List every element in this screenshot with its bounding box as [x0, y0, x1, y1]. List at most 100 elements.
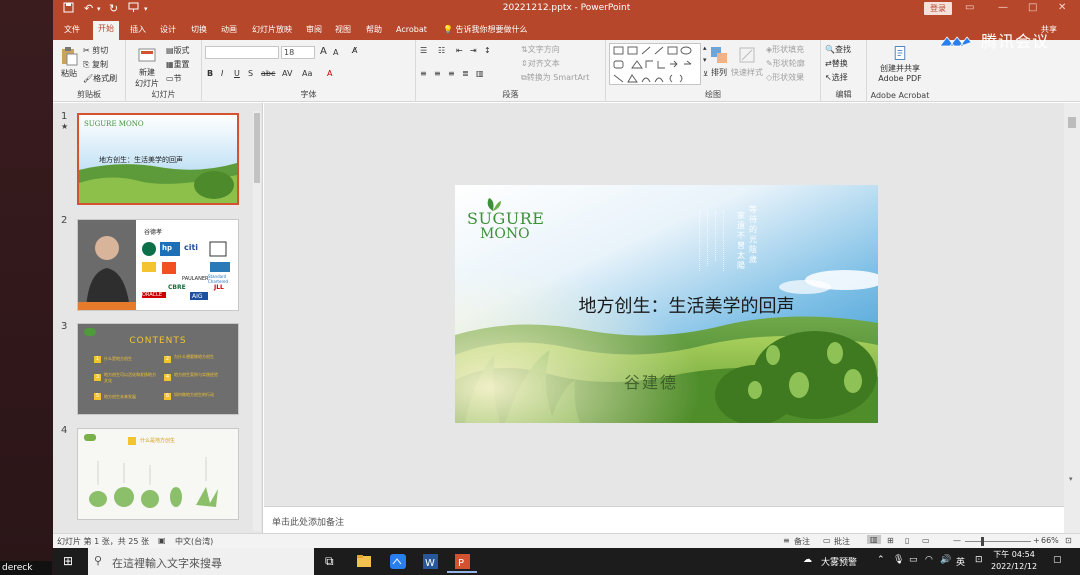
minimize-icon[interactable]: —: [998, 2, 1008, 13]
login-button[interactable]: 登录: [924, 2, 952, 15]
word-button[interactable]: W: [415, 550, 445, 573]
increase-font-icon[interactable]: A: [320, 46, 327, 57]
quick-styles-button[interactable]: 快速样式: [730, 45, 764, 78]
decrease-font-icon[interactable]: A: [333, 48, 338, 57]
char-spacing-icon[interactable]: AV: [282, 69, 292, 78]
underline-button[interactable]: U: [234, 69, 240, 78]
new-slide-button[interactable]: 新建 幻灯片: [130, 45, 164, 89]
tab-slideshow[interactable]: 幻灯片放映: [247, 22, 297, 40]
maximize-icon[interactable]: □: [1028, 2, 1037, 13]
canvas-vertical-scrollbar[interactable]: ▾: [1064, 103, 1080, 533]
wifi-icon[interactable]: ◠: [925, 555, 933, 565]
weather-alert[interactable]: 大雾预警: [821, 555, 857, 568]
tray-expand-icon[interactable]: ⌃: [877, 555, 885, 565]
language-indicator[interactable]: 中文(台湾): [175, 536, 213, 547]
strikethrough-button[interactable]: abc: [261, 69, 275, 78]
slide-thumbnail-3[interactable]: CONTENTS 1 什么是地方创生 2 为什么想要做地方创生 3 地方创生可以…: [77, 323, 239, 415]
slide-sorter-icon[interactable]: ⊞: [887, 536, 894, 545]
taskbar-clock[interactable]: 下午 04:54 2022/12/12: [991, 549, 1037, 573]
ime-indicator[interactable]: 英: [956, 555, 965, 568]
reading-view-icon[interactable]: ▯: [905, 536, 909, 545]
create-share-pdf-button[interactable]: 创建并共享 Adobe PDF: [869, 45, 931, 83]
find-button[interactable]: 🔍查找: [825, 44, 851, 55]
numbering-icon[interactable]: ☷: [438, 46, 445, 55]
notes-pane[interactable]: 单击此处添加备注: [264, 506, 1064, 533]
paste-button[interactable]: 粘贴: [56, 46, 82, 79]
justify-icon[interactable]: ≣: [462, 69, 469, 78]
current-slide[interactable]: SUGURE MONO 家 遠 不 曾 太 陽 等 待 的 光 陰 歲 地方创生…: [455, 185, 878, 423]
arrange-button[interactable]: 排列: [706, 45, 732, 78]
tab-review[interactable]: 审阅: [301, 22, 327, 40]
replace-button[interactable]: ⇄替换: [825, 58, 848, 69]
ime-mode-icon[interactable]: ⊡: [975, 555, 983, 565]
comments-icon[interactable]: ▭: [823, 536, 831, 545]
tell-me-search[interactable]: 💡 告诉我你想要做什么: [443, 24, 528, 35]
font-color-icon[interactable]: A: [327, 69, 332, 78]
line-spacing-icon[interactable]: ↕: [484, 46, 491, 55]
change-case-icon[interactable]: Aa: [302, 69, 312, 78]
spellcheck-icon[interactable]: ▣: [158, 536, 166, 545]
shape-fill-button[interactable]: ◈形状填充: [766, 44, 804, 55]
clear-format-icon[interactable]: A̸: [352, 46, 357, 55]
align-left-icon[interactable]: ≡: [420, 69, 427, 78]
tab-acrobat[interactable]: Acrobat: [391, 22, 432, 40]
shadow-button[interactable]: S: [248, 69, 253, 78]
file-explorer-button[interactable]: [349, 550, 379, 573]
columns-icon[interactable]: ▥: [476, 69, 484, 78]
tab-view[interactable]: 视图: [330, 22, 356, 40]
align-center-icon[interactable]: ≡: [434, 69, 441, 78]
volume-icon[interactable]: 🔊: [940, 555, 951, 565]
tencent-meeting-button[interactable]: [383, 550, 413, 573]
tab-transitions[interactable]: 切换: [186, 22, 212, 40]
tab-help[interactable]: 帮助: [361, 22, 387, 40]
shape-outline-button[interactable]: ✎形状轮廓: [766, 58, 805, 69]
tab-insert[interactable]: 插入: [125, 22, 151, 40]
select-button[interactable]: ↖选择: [825, 72, 848, 83]
powerpoint-button[interactable]: P: [447, 550, 477, 573]
notifications-icon[interactable]: ▢: [1053, 555, 1062, 565]
smartart-button[interactable]: ⧉转换为 SmartArt: [521, 72, 589, 83]
copy-button[interactable]: ⎘ 复制: [83, 59, 108, 70]
taskbar-search[interactable]: ⚲ 在這裡輸入文字來搜尋: [88, 548, 314, 575]
thumbnails-scroll-thumb[interactable]: [254, 113, 260, 183]
layout-button[interactable]: ▤版式: [166, 45, 190, 56]
format-painter-button[interactable]: 🖌格式刷: [83, 73, 117, 84]
slide-thumbnail-4[interactable]: 什么是地方创生: [77, 428, 239, 520]
font-size-combo[interactable]: 18: [281, 46, 315, 59]
align-right-icon[interactable]: ≡: [448, 69, 455, 78]
notes-toggle-label[interactable]: 备注: [794, 536, 810, 547]
align-text-button[interactable]: ⇕对齐文本: [521, 58, 560, 69]
tab-file[interactable]: 文件: [59, 22, 85, 40]
microphone-icon[interactable]: 🎙: [893, 555, 904, 565]
bullets-icon[interactable]: ☰: [420, 46, 427, 55]
slide-thumbnail-1[interactable]: SUGURE MONO 地方创生：生活美学的回声: [77, 113, 239, 205]
zoom-slider-thumb[interactable]: [981, 537, 984, 546]
bold-button[interactable]: B: [207, 69, 213, 78]
tab-design[interactable]: 设计: [155, 22, 181, 40]
font-name-combo[interactable]: [205, 46, 279, 59]
task-view-icon[interactable]: ⧉: [325, 554, 334, 569]
italic-button[interactable]: I: [221, 69, 223, 78]
close-icon[interactable]: ✕: [1058, 2, 1066, 13]
increase-indent-icon[interactable]: ⇥: [470, 46, 477, 55]
tab-animations[interactable]: 动画: [216, 22, 242, 40]
reset-button[interactable]: ▦重置: [166, 59, 190, 70]
scroll-down-icon[interactable]: ▾: [1069, 475, 1073, 483]
section-button[interactable]: ▭节: [166, 73, 182, 84]
battery-icon[interactable]: ▭: [909, 555, 918, 565]
zoom-slider[interactable]: [965, 541, 1031, 542]
cut-button[interactable]: ✂ 剪切: [83, 45, 108, 56]
ribbon-options-icon[interactable]: ▭: [965, 2, 974, 13]
shape-effects-button[interactable]: ◇形状效果: [766, 72, 804, 83]
comments-label[interactable]: 批注: [834, 536, 850, 547]
normal-view-icon[interactable]: ▥: [867, 535, 881, 544]
fit-slide-icon[interactable]: ⊡: [1065, 536, 1072, 545]
slide-thumbnail-2[interactable]: 谷德孝 hp citi PAULANER CBRE ORACLE AIG JLL…: [77, 219, 239, 311]
zoom-level[interactable]: 66%: [1041, 536, 1059, 545]
canvas-scroll-thumb[interactable]: [1068, 117, 1076, 128]
weather-icon[interactable]: ☁: [803, 555, 812, 565]
shapes-gallery[interactable]: [609, 43, 701, 85]
decrease-indent-icon[interactable]: ⇤: [456, 46, 463, 55]
thumbnails-scrollbar[interactable]: [253, 111, 261, 531]
zoom-out-icon[interactable]: —: [953, 536, 961, 545]
